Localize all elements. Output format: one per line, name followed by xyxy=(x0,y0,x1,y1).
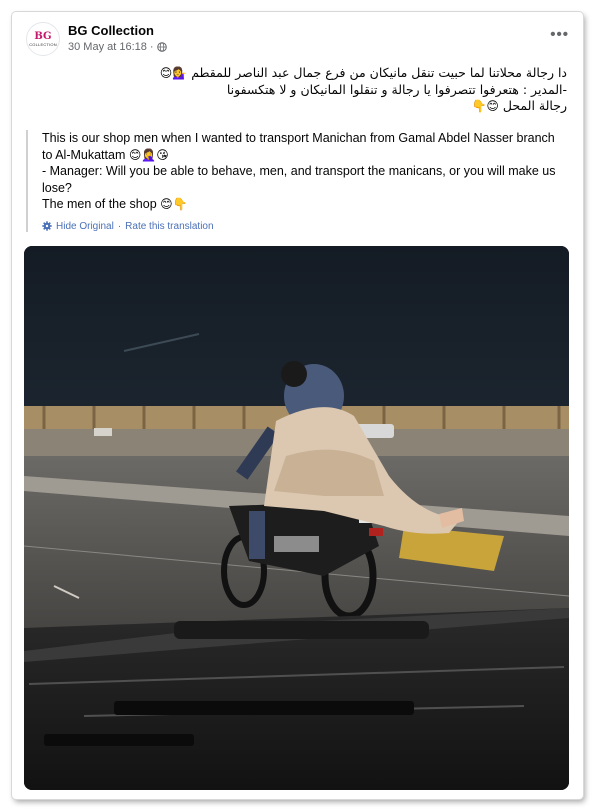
more-options-button[interactable]: ••• xyxy=(550,26,569,43)
translation-line-2: - Manager: Will you be able to behave, m… xyxy=(42,163,557,196)
original-line-2: -المدير : هتعرفوا تتصرفوا يا رجالة و تنق… xyxy=(47,82,567,99)
original-line-3-text: رجالة المحل xyxy=(502,98,567,113)
meta-separator: · xyxy=(149,41,154,53)
original-line-1-emoji: 💁‍♀️😊 xyxy=(159,66,188,80)
avatar-logo-subtext: COLLECTION xyxy=(29,41,57,47)
original-line-2-text: -المدير : هتعرفوا تتصرفوا يا رجالة و تنق… xyxy=(226,81,567,97)
post-header: BG COLLECTION BG Collection 30 May at 16… xyxy=(26,22,569,62)
original-line-1: دا رجالة محلاتنا لما حبيت تنقل مانيكان م… xyxy=(47,65,567,82)
post-photo[interactable] xyxy=(24,246,569,790)
translation-line-1-emoji: 😊🤦‍♀️😘 xyxy=(128,147,169,162)
globe-icon xyxy=(156,42,167,52)
post-original-text: دا رجالة محلاتنا لما حبيت تنقل مانيكان م… xyxy=(47,65,567,115)
translation-line-3: The men of the shop 😊👇 xyxy=(42,196,557,213)
hide-original-link[interactable]: Hide Original xyxy=(56,221,114,232)
post-meta: 30 May at 16:18 · xyxy=(68,41,167,53)
avatar-logo-text: BG xyxy=(34,30,52,42)
original-line-3-emoji: 😊👇 xyxy=(471,99,499,113)
translation-line-1: This is our shop men when I wanted to tr… xyxy=(42,130,557,163)
page-avatar[interactable]: BG COLLECTION xyxy=(26,22,60,56)
original-line-3: رجالة المحل 😊👇 xyxy=(47,98,567,115)
motorcycle-photo-image xyxy=(24,246,569,790)
facebook-post-card: BG COLLECTION BG Collection 30 May at 16… xyxy=(12,12,583,799)
post-timestamp[interactable]: 30 May at 16:18 xyxy=(68,41,147,53)
translation-line-2-text: - Manager: Will you be able to behave, m… xyxy=(42,164,556,195)
links-separator: · xyxy=(117,220,122,232)
rate-translation-link[interactable]: Rate this translation xyxy=(125,221,213,232)
translation-line-3-text: The men of the shop xyxy=(42,197,157,211)
translation-links: Hide Original · Rate this translation xyxy=(42,221,557,232)
original-line-1-text: دا رجالة محلاتنا لما حبيت تنقل مانيكان م… xyxy=(191,65,567,80)
translation-line-1-text: This is our shop men when I wanted to tr… xyxy=(42,131,555,162)
translation-block: This is our shop men when I wanted to tr… xyxy=(26,130,557,232)
translation-line-3-emoji: 😊👇 xyxy=(160,197,188,211)
page-name-link[interactable]: BG Collection xyxy=(68,23,154,38)
gear-icon xyxy=(42,221,52,231)
